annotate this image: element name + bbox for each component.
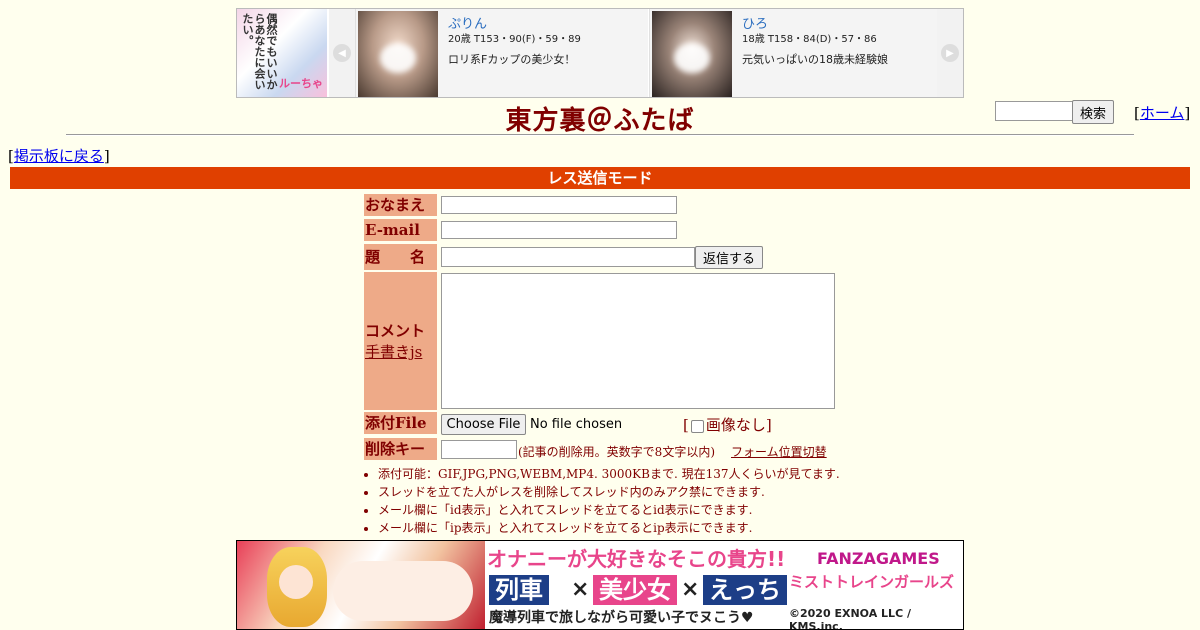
file-label: 添付File xyxy=(364,412,437,434)
profile-photo[interactable] xyxy=(358,11,438,97)
list-item: メール欄に「id表示」と入れてスレッドを立てるとid表示にできます. xyxy=(378,501,840,519)
ad-word-train: 列車 xyxy=(489,575,549,605)
bracket-close: ] xyxy=(103,147,110,165)
profile-card[interactable]: ぷりん 20歳 T153・90(F)・59・89 ロリ系Fカップの美少女！ xyxy=(355,9,648,97)
comment-label: コメント xyxy=(365,322,426,340)
profile-photo[interactable] xyxy=(652,11,732,97)
email-input[interactable] xyxy=(441,221,677,239)
header-divider xyxy=(66,134,1134,136)
choose-file-button[interactable]: Choose File xyxy=(441,414,526,435)
bottom-ad-banner[interactable]: オナニーが大好きなそこの貴方!! FANZAGAMES ミストトレインガールズ … xyxy=(236,540,964,630)
no-image-label: 画像なし] xyxy=(705,416,772,434)
form-position-link-wrapper: フォーム位置切替 xyxy=(731,443,827,460)
delete-key-note: (記事の削除用。英数字で8文字以内) xyxy=(518,445,715,459)
submit-reply-button[interactable]: 返信する xyxy=(695,246,763,269)
no-file-text: No file chosen xyxy=(530,417,623,432)
list-item: メール欄に「ip表示」と入れてスレッドを立てるとip表示にできます. xyxy=(378,519,840,537)
no-image-checkbox[interactable] xyxy=(690,419,704,433)
reply-mode-bar: レス送信モード xyxy=(10,167,1190,189)
subject-label: 題 名 xyxy=(364,244,437,270)
profile-desc: 元気いっぱいの18歳未経験娘 xyxy=(742,53,888,66)
profile-desc: ロリ系Fカップの美少女！ xyxy=(448,53,576,66)
ad-brand: FANZAGAMES xyxy=(817,549,940,568)
back-to-board-link[interactable]: 掲示板に戻る xyxy=(14,147,104,165)
profile-card[interactable]: ひろ 18歳 T158・84(D)・57・86 元気いっぱいの18歳未経験娘 xyxy=(649,9,942,97)
ad-cross: × xyxy=(571,577,590,602)
name-label: おなまえ xyxy=(364,194,437,216)
ad-headline: オナニーが大好きなそこの貴方!! xyxy=(487,547,786,571)
comment-label-cell: コメント 手書きjs xyxy=(364,272,437,410)
list-item: 添付可能：GIF,JPG,PNG,WEBM,MP4. 3000KBまで. 現在1… xyxy=(378,465,840,483)
search-button[interactable]: 検索 xyxy=(1072,100,1114,124)
top-ad-image[interactable]: 偶然でもいいからあなたに会いたい。 ルーちゃ xyxy=(237,9,327,97)
carousel-next-button[interactable]: ▶ xyxy=(937,9,963,97)
profile-spec: 18歳 T158・84(D)・57・86 xyxy=(742,34,877,45)
ad-cross: × xyxy=(681,577,700,602)
subject-input[interactable] xyxy=(441,247,695,267)
chevron-right-icon: ▶ xyxy=(941,44,959,62)
ad-copyright: ©2020 EXNOA LLC / KMS,inc. xyxy=(789,607,911,630)
delete-key-input[interactable] xyxy=(441,440,517,459)
comment-textarea[interactable] xyxy=(441,273,835,409)
no-image-option: [ 画像なし] xyxy=(683,414,772,435)
ad-word-girl: 美少女 xyxy=(593,575,677,605)
form-position-link[interactable]: フォーム位置切替 xyxy=(731,445,827,459)
chevron-left-icon: ◀ xyxy=(333,44,351,62)
top-ad-logo: ルーちゃ xyxy=(279,77,323,90)
email-label: E-mail xyxy=(364,219,437,241)
top-ad-banner[interactable]: 偶然でもいいからあなたに会いたい。 ルーちゃ ◀ ぷりん 20歳 T153・90… xyxy=(236,8,964,98)
list-item: スレッドを立てた人がレスを削除してスレッド内のみアク禁にできます. xyxy=(378,483,840,501)
home-link-wrapper: [ホーム] xyxy=(1134,102,1190,123)
name-input[interactable] xyxy=(441,196,677,214)
ad-word-ecchi: えっち xyxy=(703,575,787,605)
delete-key-label: 削除キー xyxy=(364,438,437,460)
carousel-prev-button[interactable]: ◀ xyxy=(329,9,355,97)
no-image-bracket: [ xyxy=(683,416,689,434)
ad-tagline: 魔導列車で旅しながら可愛い子でヌこう♥ xyxy=(489,610,754,626)
ad-artwork xyxy=(237,541,485,629)
handwriting-link[interactable]: 手書きjs xyxy=(365,343,422,361)
bracket-close: ] xyxy=(1184,104,1191,122)
notes-list: 添付可能：GIF,JPG,PNG,WEBM,MP4. 3000KBまで. 現在1… xyxy=(364,465,840,537)
home-link[interactable]: ホーム xyxy=(1140,104,1185,122)
ad-game-title: ミストトレインガールズ xyxy=(789,573,955,591)
top-ad-text: 偶然でもいいからあなたに会いたい。 xyxy=(241,13,278,90)
profile-spec: 20歳 T153・90(F)・59・89 xyxy=(448,34,581,45)
search-input[interactable] xyxy=(995,101,1075,121)
back-link-wrapper: [掲示板に戻る] xyxy=(8,145,110,166)
